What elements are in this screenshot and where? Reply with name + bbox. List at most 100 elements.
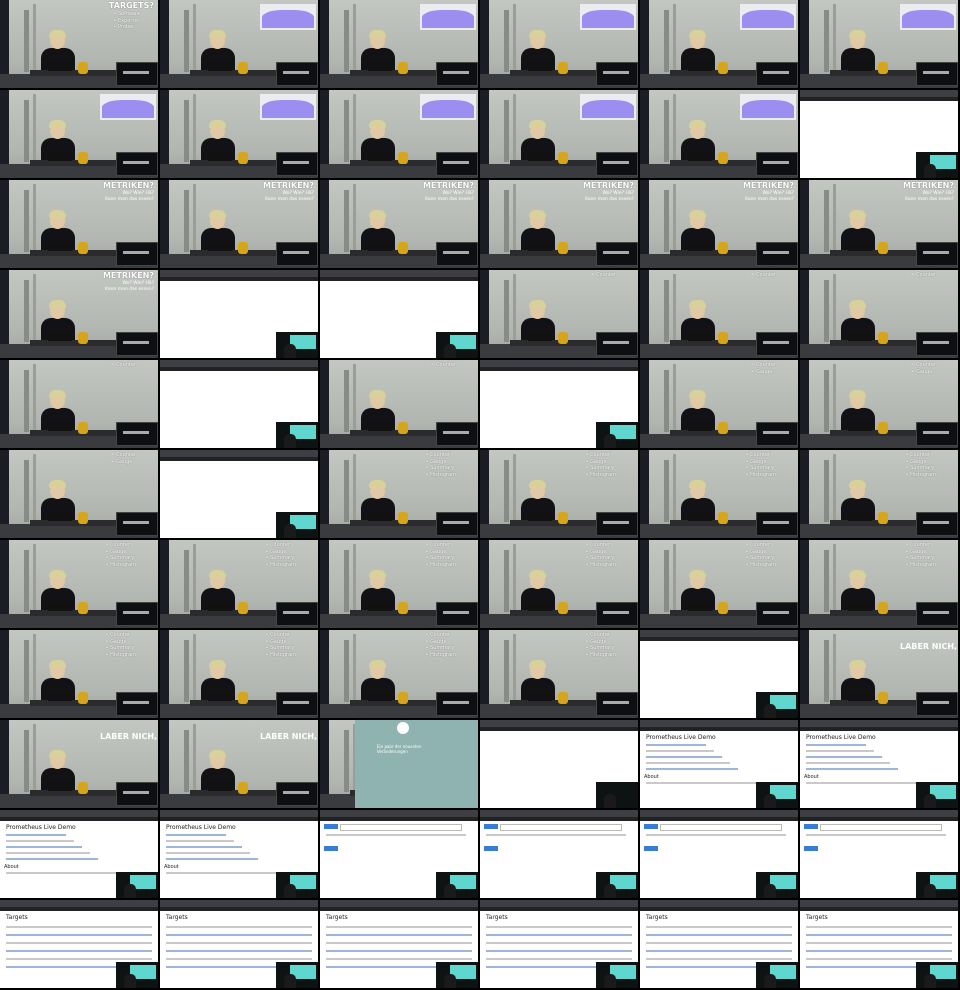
text-line [6,852,90,854]
graph-area [262,100,314,118]
confidence-monitor [596,692,638,716]
speaker-hair [689,30,706,38]
video-frame: Targets [160,900,318,988]
slide-bullets: Counter [911,272,936,279]
bullet-item: Histogram [426,562,456,569]
inset-speaker [284,344,296,358]
speaker-hair [209,210,226,218]
pipe [24,190,29,252]
laptop [528,512,552,521]
confidence-monitor [116,512,158,536]
speaker-inset [276,962,318,988]
table-row [166,926,312,928]
mascot-figure [398,62,408,74]
projected-graph [580,94,636,120]
table-row [806,958,952,960]
inset-speaker [604,434,616,448]
speaker-inset [916,782,958,808]
mascot-figure [718,422,728,434]
browser-tab-bar [800,720,958,727]
video-frame: CounterGaugeSummaryHistogram [320,450,478,538]
speaker-hair [849,30,866,38]
browser-toolbar [0,907,158,911]
text-line [806,744,866,746]
slide-bullets: SoftwareExporterProber [113,11,140,31]
confidence-monitor [116,602,158,626]
speaker-hair [209,570,226,578]
confidence-monitor [116,152,158,176]
pipe [193,634,196,702]
video-frame: Counter [320,360,478,448]
video-frame [640,90,798,178]
confidence-monitor [916,602,958,626]
pipe [193,4,196,72]
video-frame: CounterGaugeSummaryHistogram [800,450,958,538]
video-frame: Counter [640,270,798,358]
page-title: Prometheus Live Demo [806,734,876,741]
mascot-figure [558,512,568,524]
mascot-figure [398,422,408,434]
bullet-list: CounterGaugeSummaryHistogram [586,452,616,478]
pipe [33,184,36,252]
text-line [326,834,466,836]
video-frame [480,810,638,898]
pipe [344,460,349,522]
pipe [33,724,36,792]
text-line [646,750,714,752]
video-frame: METRIKEN? Wo? Wie? Hä? Kann man das essen? [160,180,318,268]
video-frame: CounterGaugeSummaryHistogram [160,630,318,718]
video-frame [320,270,478,358]
graph-area [582,100,634,118]
inset-speaker [124,884,136,898]
bullet-list: CounterGaugeSummaryHistogram [106,632,136,658]
pipe [664,550,669,612]
slide-title: METRIKEN? [262,181,314,190]
pipe [824,640,829,702]
laptop [848,62,872,71]
pipe [184,730,189,792]
table-row [326,926,472,928]
bullet-item: Counter [751,272,776,279]
pipe [24,100,29,162]
speaker-inset [916,872,958,898]
pipe [504,550,509,612]
browser-tab-bar [800,90,958,97]
inset-speaker [764,704,776,718]
browser-toolbar [320,817,478,821]
confidence-monitor [276,602,318,626]
slide-line: Kann man das essen? [104,287,154,292]
mascot-figure [558,602,568,614]
add-graph-button [644,846,658,851]
pipe [353,634,356,702]
slide-title: LABER NICH, ZEIG H [900,642,958,651]
bullet-item: Summary [586,555,616,562]
confidence-monitor [756,152,798,176]
browser-window: Prometheus Live Demo About [800,720,958,808]
table-row [6,942,152,944]
execute-button [324,824,338,829]
pipe [824,370,829,432]
laptop [48,62,72,71]
bullet-item: Summary [426,555,456,562]
browser-tab-bar [640,720,798,727]
laptop [848,692,872,701]
pipe [824,10,829,72]
video-frame: LABER NICH, ZEIG H [0,720,158,808]
pipe [513,4,516,72]
bullet-list: CounterGaugeSummaryHistogram [426,452,456,478]
speaker-hair [49,750,66,758]
mascot-figure [78,692,88,704]
text-line [6,858,98,860]
pipe [833,454,836,522]
laptop [848,512,872,521]
speaker-hair [689,120,706,128]
pipe [673,364,676,432]
page-title: Prometheus Live Demo [646,734,716,741]
pipe [344,10,349,72]
text-line [166,840,234,842]
confidence-monitor [916,62,958,86]
laptop [688,242,712,251]
inset-speaker [444,974,456,988]
browser-tab-bar [480,360,638,367]
bullet-item: Summary [906,465,936,472]
